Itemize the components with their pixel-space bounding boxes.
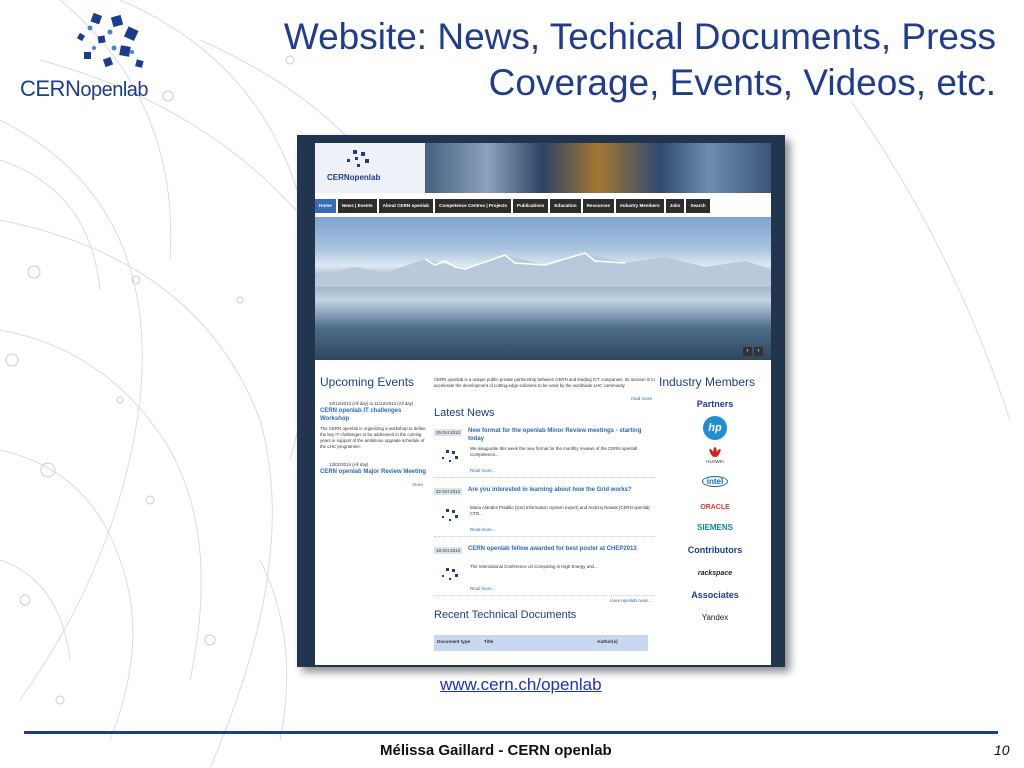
news-title-link[interactable]: Are you interested in learning about how… — [468, 486, 648, 494]
header-photo-banner — [425, 143, 771, 193]
huawei-logo-text: HUAWEI — [706, 459, 724, 464]
nav-industry-members[interactable]: Industry Members — [616, 199, 664, 213]
mountain-silhouette — [315, 252, 771, 287]
rackspace-logo: rackspace — [697, 570, 733, 577]
news-title-link[interactable]: CERN openlab fellow awarded for best pos… — [468, 545, 648, 553]
intel-logo: intel — [701, 476, 729, 487]
news-description: Maria Alandes Pradillo (Grid Information… — [470, 505, 650, 516]
upcoming-events-heading: Upcoming Events — [320, 375, 415, 389]
page-number: 10 — [994, 742, 1010, 758]
event-title-link[interactable]: CERN openlab IT challenges Workshop — [320, 407, 427, 423]
news-description: We inaugurate this week the new format f… — [470, 446, 638, 457]
event-description: The CERN openlab is organizing a worksho… — [320, 426, 426, 449]
technical-documents-heading: Recent Technical Documents — [434, 609, 577, 621]
column-header-title: Title — [484, 639, 494, 644]
slide-title-line2: Coverage, Events, Videos, etc. — [488, 62, 996, 103]
read-more-link[interactable]: read more — [430, 396, 652, 401]
site-header: CERNopenlab — [315, 143, 771, 193]
website-screenshot: CERNopenlab Home News | Events About CER… — [297, 135, 785, 667]
contributors-label: Contributors — [687, 545, 743, 555]
logo-openlab-text: openlab — [80, 79, 149, 101]
nav-publications[interactable]: Publications — [513, 199, 549, 213]
huawei-flower-icon — [709, 447, 721, 457]
site-nav: Home News | Events About CERN openlab Co… — [315, 199, 710, 213]
intro-text: CERN openlab is a unique public-private … — [434, 377, 655, 388]
news-read-more-link[interactable]: Read more... — [470, 586, 495, 591]
news-date: 29 Oct 2013 — [434, 429, 462, 436]
upcoming-events-column: Upcoming Events 10/12/2013 (All day) to … — [317, 365, 427, 665]
partner-logo-hp[interactable]: hp — [659, 416, 771, 440]
hero-mountain-image: ‹ › — [315, 217, 771, 360]
more-news-link[interactable]: more openlab news... — [430, 598, 652, 603]
site-logo-text: CERNopenlab — [327, 173, 381, 182]
news-date: 22 Oct 2013 — [434, 488, 462, 495]
logo-wordmark: CERNopenlab — [20, 76, 149, 102]
footer-divider — [24, 731, 998, 734]
openlab-thumbnail-icon — [442, 568, 458, 580]
yandex-logo: Yandex — [701, 613, 729, 622]
main-content-column: CERN openlab is a unique public-private … — [430, 365, 656, 665]
partner-logo-oracle[interactable]: ORACLE — [659, 496, 771, 514]
hero-slider-controls: ‹ › — [743, 347, 763, 356]
news-item: 22 Oct 2013 Are you interested in learni… — [434, 486, 656, 537]
industry-members-column: Industry Members Partners hp HUAWEI inte… — [659, 365, 771, 665]
hero-prev-button[interactable]: ‹ — [743, 347, 752, 356]
slide-title: Website: News, Techical Documents, Press… — [190, 14, 996, 106]
nav-search[interactable]: Search — [686, 199, 710, 213]
column-header-document-type: Document type — [437, 639, 471, 644]
contributor-logo-rackspace[interactable]: rackspace — [659, 562, 771, 580]
industry-members-heading: Industry Members — [659, 375, 756, 389]
nav-jobs[interactable]: Jobs — [665, 199, 685, 213]
oracle-logo: ORACLE — [700, 504, 730, 511]
event-date: 13/02/2014 (All day) — [329, 462, 369, 467]
website-url-link[interactable]: www.cern.ch/openlab — [440, 675, 602, 695]
hero-next-button[interactable]: › — [754, 347, 763, 356]
column-header-authors: Author(s) — [597, 639, 618, 644]
news-title-link[interactable]: New format for the openlab Minor Review … — [468, 427, 648, 443]
slide-title-line1: Website: News, Techical Documents, Press — [283, 16, 996, 57]
nav-competence-centres[interactable]: Competence Centres | Projects — [435, 199, 512, 213]
nav-home[interactable]: Home — [315, 199, 336, 213]
news-item: 29 Oct 2013 New format for the openlab M… — [434, 427, 656, 478]
openlab-thumbnail-icon — [442, 450, 458, 462]
news-read-more-link[interactable]: Read more... — [470, 468, 495, 473]
partner-logo-intel[interactable]: intel — [659, 471, 771, 489]
nav-about[interactable]: About CERN openlab — [378, 199, 434, 213]
logo-cern-text: CERN — [20, 76, 81, 101]
associate-logo-yandex[interactable]: Yandex — [659, 607, 771, 625]
hp-logo: hp — [703, 416, 727, 440]
associates-label: Associates — [691, 590, 739, 600]
siemens-logo: SIEMENS — [696, 523, 733, 532]
nav-news-events[interactable]: News | Events — [337, 199, 377, 213]
partners-label: Partners — [696, 399, 734, 409]
partner-logo-huawei[interactable]: HUAWEI — [659, 447, 771, 464]
nav-resources[interactable]: Resources — [582, 199, 615, 213]
documents-table-header: Document type Title Author(s) — [434, 635, 648, 651]
news-date: 18 Oct 2013 — [434, 547, 462, 554]
event-date: 10/12/2013 (All day) to 11/12/2013 (All … — [329, 401, 414, 406]
more-events-link[interactable]: more — [317, 482, 423, 487]
nav-education[interactable]: Education — [550, 199, 581, 213]
news-item: 18 Oct 2013 CERN openlab fellow awarded … — [434, 545, 656, 596]
site-logo-icon — [347, 150, 369, 167]
news-description: The International Conference on Computin… — [470, 564, 598, 569]
openlab-thumbnail-icon — [442, 509, 458, 521]
news-read-more-link[interactable]: Read more... — [470, 527, 495, 532]
event-title-link[interactable]: CERN openlab Major Review Meeting — [320, 468, 427, 476]
latest-news-heading: Latest News — [434, 407, 495, 419]
website-page: CERNopenlab Home News | Events About CER… — [315, 143, 771, 665]
footer-author: Mélissa Gaillard - CERN openlab — [380, 742, 612, 759]
partner-logo-siemens[interactable]: SIEMENS — [659, 517, 771, 535]
